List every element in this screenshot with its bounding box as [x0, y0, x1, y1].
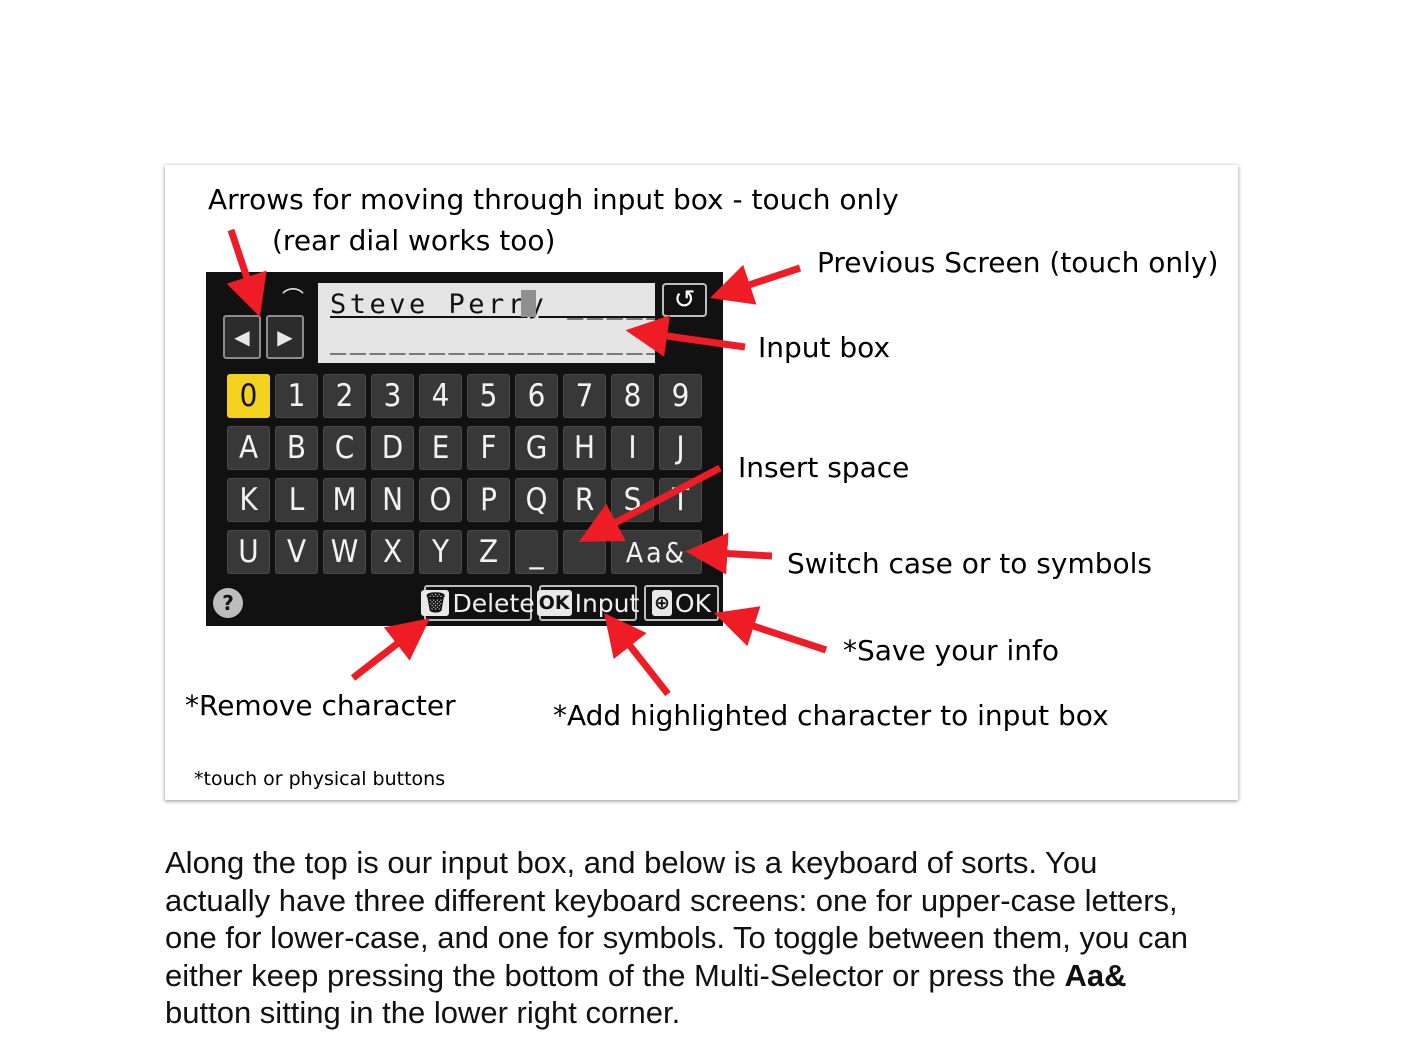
switch-case-caption: Switch case or to symbols [787, 547, 1152, 580]
add-character-caption: *Add highlighted character to input box [553, 699, 1109, 732]
key-4[interactable]: 4 [419, 374, 462, 418]
body-paragraph: Along the top is our input box, and belo… [165, 844, 1275, 1032]
key-u[interactable]: U [227, 530, 270, 574]
footnote: *touch or physical buttons [194, 768, 446, 790]
key-p[interactable]: P [467, 478, 510, 522]
help-icon[interactable]: ? [213, 588, 243, 618]
text-cursor [521, 290, 536, 317]
previous-screen-caption: Previous Screen (touch only) [817, 246, 1219, 279]
paragraph-line-2: actually have three different keyboard s… [165, 882, 1178, 918]
arrows-caption-line2: (rear dial works too) [272, 224, 556, 257]
key-w[interactable]: W [323, 530, 366, 574]
key-j[interactable]: J [659, 426, 702, 470]
input-line-1: Steve Perry ______ [330, 289, 686, 320]
key-x[interactable]: X [371, 530, 414, 574]
paragraph-line-4: either keep pressing the bottom of the M… [165, 957, 1275, 995]
key-m[interactable]: M [323, 478, 366, 522]
key-s[interactable]: S [611, 478, 654, 522]
delete-label: Delete [452, 588, 535, 618]
key-c[interactable]: C [323, 426, 366, 470]
key-e[interactable]: E [419, 426, 462, 470]
key-a[interactable]: A [227, 426, 270, 470]
paragraph-bold-key: Aa& [1064, 957, 1127, 993]
key-0[interactable]: 0 [227, 374, 270, 418]
key-b[interactable]: B [275, 426, 318, 470]
key-k[interactable]: K [227, 478, 270, 522]
key-z[interactable]: Z [467, 530, 510, 574]
input-box-caption: Input box [758, 331, 891, 364]
key-space[interactable] [563, 530, 606, 574]
delete-button[interactable]: 🗑 Delete [421, 585, 535, 621]
cursor-right-button[interactable]: ▶ [266, 315, 304, 359]
previous-screen-button[interactable]: ↺ [662, 283, 707, 317]
input-button[interactable]: OK Input [536, 585, 640, 621]
zoom-icon: ⊕ [652, 590, 672, 616]
insert-space-caption: Insert space [738, 451, 910, 484]
ok-badge-icon: OK [536, 590, 572, 616]
key-q[interactable]: Q [515, 478, 558, 522]
key-o[interactable]: O [419, 478, 462, 522]
key-g[interactable]: G [515, 426, 558, 470]
input-line-2: _________________ [330, 324, 666, 355]
right-arrow-icon: ▶ [277, 325, 293, 349]
key-v[interactable]: V [275, 530, 318, 574]
arrows-caption-line1: Arrows for moving through input box - to… [208, 183, 899, 216]
key-3[interactable]: 3 [371, 374, 414, 418]
key-f[interactable]: F [467, 426, 510, 470]
key-1[interactable]: 1 [275, 374, 318, 418]
paragraph-line-1: Along the top is our input box, and belo… [165, 845, 1098, 880]
key-underscore[interactable]: _ [515, 530, 558, 574]
key-l[interactable]: L [275, 478, 318, 522]
key-n[interactable]: N [371, 478, 414, 522]
key-7[interactable]: 7 [563, 374, 606, 418]
key-6[interactable]: 6 [515, 374, 558, 418]
ok-button[interactable]: ⊕ OK [644, 585, 719, 621]
key-h[interactable]: H [563, 426, 606, 470]
cursor-left-button[interactable]: ◀ [223, 315, 261, 359]
key-d[interactable]: D [371, 426, 414, 470]
back-icon: ↺ [673, 285, 696, 315]
input-label: Input [574, 588, 640, 618]
remove-character-caption: *Remove character [185, 689, 456, 722]
save-info-caption: *Save your info [843, 634, 1060, 667]
key-t[interactable]: T [659, 478, 702, 522]
key-2[interactable]: 2 [323, 374, 366, 418]
left-arrow-icon: ◀ [234, 325, 250, 349]
paragraph-line-3: one for lower-case, and one for symbols.… [165, 920, 1189, 955]
rear-dial-icon: ⌒ [282, 288, 305, 313]
key-i[interactable]: I [611, 426, 654, 470]
case-toggle-key[interactable]: Aa& [611, 530, 702, 574]
ok-label: OK [674, 588, 711, 618]
paragraph-line-5: button sitting in the lower right corner… [165, 995, 681, 1030]
paragraph-line-4-text: either keep pressing the bottom of the M… [165, 957, 1065, 993]
key-r[interactable]: R [563, 478, 606, 522]
key-5[interactable]: 5 [467, 374, 510, 418]
key-9[interactable]: 9 [659, 374, 702, 418]
key-y[interactable]: Y [419, 530, 462, 574]
trash-icon: 🗑 [421, 590, 450, 616]
key-8[interactable]: 8 [611, 374, 654, 418]
